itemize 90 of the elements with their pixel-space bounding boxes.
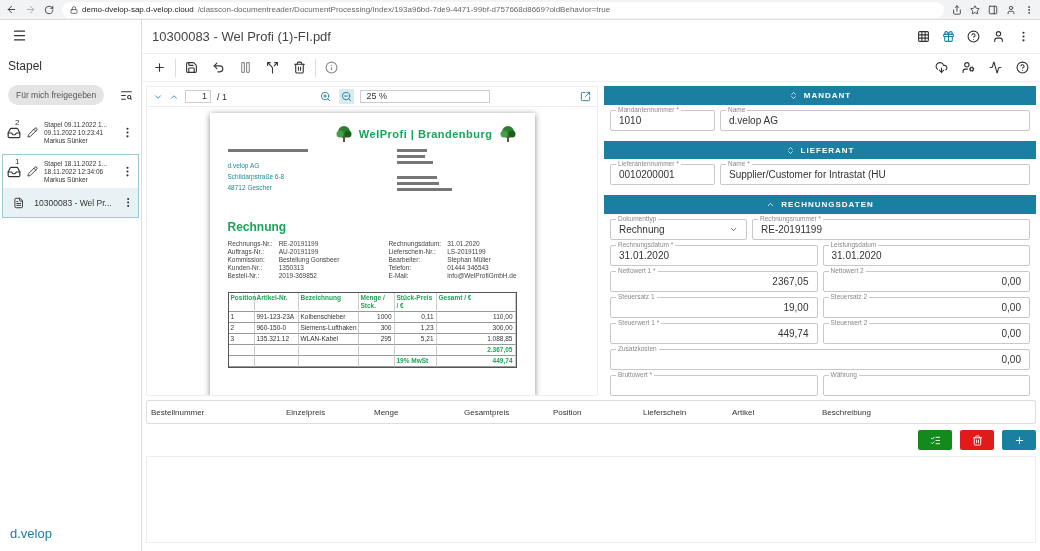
search-list-icon[interactable]	[120, 88, 133, 102]
star-icon[interactable]	[970, 4, 980, 15]
open-external-icon[interactable]	[580, 91, 591, 102]
document-title: 10300083 - Wel Profi (1)-FI.pdf	[152, 29, 332, 44]
address-bar[interactable]: demo-dvelop-sap.d-velop.cloud /classcon-documentreader/DocumentProcessing/Index/193a96bd-7de9-4471-99bf-d757668d8669?oldBehavior=true	[62, 1, 944, 18]
undo-icon[interactable]	[212, 61, 225, 74]
batch-count: 2	[15, 118, 20, 127]
sidebar-title: Stapel	[7, 59, 44, 73]
illegible-text-line	[396, 182, 439, 185]
document-icon	[13, 196, 25, 209]
help-icon[interactable]	[967, 30, 980, 43]
cloud-download-icon[interactable]	[935, 61, 948, 74]
user-icon[interactable]	[992, 30, 1005, 43]
document-title: 10300083 - Wel Pr...	[34, 197, 112, 208]
batch-count: 1	[15, 157, 20, 166]
table-cell	[358, 356, 395, 367]
approve-icon	[929, 434, 941, 446]
illegible-text-line	[396, 188, 452, 191]
delete-icon	[971, 434, 983, 446]
approve-button[interactable]	[918, 430, 952, 450]
table-cell	[298, 356, 359, 367]
expand-icon	[788, 90, 798, 100]
expand-icon	[785, 145, 795, 155]
url-path: /classcon-documentreader/DocumentProcessing/Index/193a96bd-7de9-4471-99bf-d757668d8669?oldBehavior=true	[197, 5, 611, 14]
pause-icon[interactable]	[239, 61, 252, 74]
page-count: / 1	[217, 91, 227, 102]
section-header[interactable]: LIEFERANT	[604, 140, 1036, 160]
invoice-heading: Rechnung	[227, 220, 288, 234]
reload-icon[interactable]	[44, 4, 54, 15]
side-panel-icon[interactable]	[988, 4, 998, 15]
table-cell	[254, 356, 299, 367]
tree-logo-icon	[498, 125, 517, 143]
gift-icon[interactable]	[942, 30, 955, 43]
back-icon[interactable]	[6, 4, 17, 15]
apps-icon[interactable]	[917, 30, 930, 43]
table-cell	[358, 345, 395, 356]
document-item[interactable]: 10300083 - Wel Pr...	[3, 188, 138, 217]
tree-logo-icon	[334, 125, 353, 143]
zoom-in-icon	[319, 91, 331, 102]
add-icon[interactable]	[153, 61, 166, 74]
illegible-text-line	[396, 176, 437, 179]
column-header: Menge	[374, 407, 400, 417]
column-header: Lieferschein	[643, 407, 688, 417]
table-cell	[298, 345, 359, 356]
profile-icon[interactable]	[1006, 4, 1016, 15]
save-icon[interactable]	[185, 61, 198, 74]
add-button[interactable]	[1002, 430, 1036, 450]
edit-icon[interactable]	[27, 166, 38, 177]
share-icon[interactable]	[952, 4, 962, 15]
logo: d.velop	[9, 526, 53, 543]
page-field[interactable]: 1	[185, 90, 211, 103]
illegible-text-line	[396, 149, 427, 152]
zoom-out-icon	[340, 91, 352, 102]
filter-chip[interactable]: Für mich freigegeben	[8, 85, 105, 105]
chart-icon[interactable]	[989, 61, 1002, 74]
field-value: Rechnung	[619, 224, 665, 235]
add-icon	[1013, 434, 1025, 446]
column-header: Bestellnummer	[151, 407, 206, 417]
inbox-icon	[7, 125, 21, 140]
section-title: RECHNUNGSDATEN	[781, 200, 874, 210]
column-header: Position	[553, 407, 583, 417]
delete-button[interactable]	[960, 430, 994, 450]
illegible-text-line	[396, 155, 425, 158]
inbox-icon	[7, 164, 21, 179]
column-header: Beschreibung	[822, 407, 872, 417]
column-header: Artikel	[732, 407, 756, 417]
split-icon[interactable]	[266, 61, 279, 74]
section-title: MANDANT	[803, 90, 852, 100]
zoom-field[interactable]: 25 %	[359, 90, 490, 103]
help-icon[interactable]	[1016, 61, 1029, 74]
table-cell	[228, 356, 255, 367]
column-header: Einzelpreis	[286, 407, 327, 417]
info-icon[interactable]	[325, 61, 338, 74]
delete-icon[interactable]	[293, 61, 306, 74]
url-host: demo-dvelop-sap.d-velop.cloud	[82, 5, 194, 14]
illegible-text-line	[396, 161, 433, 164]
menu-icon[interactable]	[12, 28, 27, 43]
company-name: WelProfi | Brandenburg	[358, 128, 493, 140]
table-cell	[394, 345, 437, 356]
dropdown-caret-icon	[729, 225, 738, 234]
section-title: LIEFERANT	[800, 145, 855, 155]
lock-icon	[70, 5, 78, 14]
edit-icon[interactable]	[27, 127, 38, 138]
zoom-out-button[interactable]	[338, 89, 354, 104]
table-cell	[228, 345, 255, 356]
table-cell	[254, 345, 299, 356]
user-settings-icon[interactable]	[962, 61, 975, 74]
column-header: Gesamtpreis	[464, 407, 511, 417]
section-header[interactable]: RECHNUNGSDATEN	[604, 195, 1036, 214]
section-header[interactable]: MANDANT	[604, 86, 1036, 105]
